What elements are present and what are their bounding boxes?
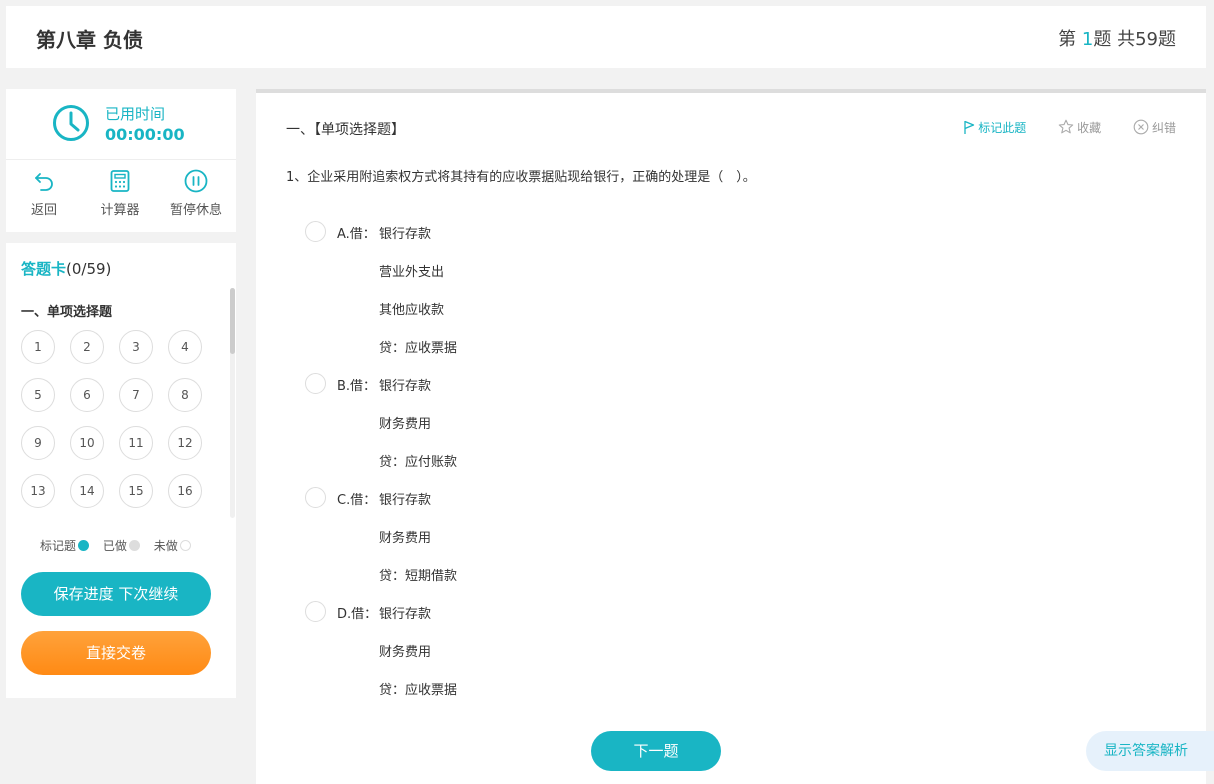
question-number-button[interactable]: 12: [168, 426, 202, 460]
question-number-button[interactable]: 3: [119, 330, 153, 364]
option-d-prefix: D.借：: [337, 603, 377, 622]
chapter-title: 第八章 负债: [36, 24, 143, 53]
legend-undone: 未做: [154, 537, 191, 554]
question-number-button[interactable]: 8: [168, 378, 202, 412]
option-b-line: 财务费用: [379, 413, 431, 432]
back-label: 返回: [14, 199, 74, 218]
question-number-button[interactable]: 4: [168, 330, 202, 364]
option-a-line: 营业外支出: [379, 261, 444, 280]
current-question-number: 1: [1082, 29, 1093, 50]
timer-panel: 已用时间 00:00:00 返回 计算器 暂停休息: [6, 89, 236, 232]
option-a-line: 贷：应收票据: [379, 337, 457, 356]
legend-done-label: 已做: [103, 539, 127, 553]
next-question-button[interactable]: 下一题: [591, 731, 721, 771]
question-number-button[interactable]: 9: [21, 426, 55, 460]
clock-icon: [52, 104, 90, 142]
option-b-prefix: B.借：: [337, 375, 376, 394]
answer-card-title: 答题卡(0/59): [21, 258, 111, 279]
question-number-button[interactable]: 13: [21, 474, 55, 508]
submit-exam-button[interactable]: 直接交卷: [21, 631, 211, 675]
marked-dot-icon: [78, 540, 89, 551]
question-number-button[interactable]: 11: [119, 426, 153, 460]
counter-prefix: 第: [1058, 29, 1082, 50]
question-number-button[interactable]: 5: [21, 378, 55, 412]
favorite-button[interactable]: 收藏: [1058, 119, 1101, 136]
option-a-line: 银行存款: [379, 223, 431, 242]
pause-button[interactable]: 暂停休息: [166, 169, 226, 218]
option-a-radio[interactable]: [305, 221, 326, 242]
flag-icon: [963, 120, 975, 135]
question-number-button[interactable]: 7: [119, 378, 153, 412]
legend-marked: 标记题: [40, 537, 89, 554]
pause-icon: [184, 169, 208, 193]
calculator-icon: [108, 169, 132, 193]
calculator-label: 计算器: [90, 199, 150, 218]
option-c-line: 贷：短期借款: [379, 565, 457, 584]
back-button[interactable]: 返回: [14, 169, 74, 218]
option-a-prefix: A.借：: [337, 223, 376, 242]
scrollbar-thumb[interactable]: [230, 288, 235, 354]
report-error-label: 纠错: [1152, 121, 1176, 135]
question-number-button[interactable]: 1: [21, 330, 55, 364]
legend-marked-label: 标记题: [40, 539, 76, 553]
option-d-line: 银行存款: [379, 603, 431, 622]
done-dot-icon: [129, 540, 140, 551]
question-stem: 1、企业采用附追索权方式将其持有的应收票据贴现给银行，正确的处理是（ ）。: [286, 166, 756, 185]
star-icon: [1058, 119, 1074, 135]
question-number-button[interactable]: 2: [70, 330, 104, 364]
option-c-radio[interactable]: [305, 487, 326, 508]
answer-card-progress: (0/59): [66, 260, 111, 278]
option-c-prefix: C.借：: [337, 489, 376, 508]
answer-card-label: 答题卡: [21, 260, 66, 278]
save-progress-button[interactable]: 保存进度 下次继续: [21, 572, 211, 616]
question-number-button[interactable]: 6: [70, 378, 104, 412]
legend-undone-label: 未做: [154, 539, 178, 553]
option-d-line: 财务费用: [379, 641, 431, 660]
option-a-line: 其他应收款: [379, 299, 444, 318]
favorite-label: 收藏: [1077, 121, 1101, 135]
option-b-line: 贷：应付账款: [379, 451, 457, 470]
question-counter: 第 1题 共59题: [1058, 25, 1176, 51]
section-title: 一、单项选择题: [21, 301, 112, 320]
timer-text: 已用时间 00:00:00: [105, 103, 185, 144]
question-panel: 一、【单项选择题】 标记此题 收藏 纠错 1、企业采用附追索权方式将其持有的应收…: [256, 89, 1206, 784]
option-b-line: 银行存款: [379, 375, 431, 394]
pause-label: 暂停休息: [166, 199, 226, 218]
option-c-line: 财务费用: [379, 527, 431, 546]
option-d-line: 贷：应收票据: [379, 679, 457, 698]
mark-question-label: 标记此题: [978, 121, 1026, 135]
divider: [6, 159, 236, 160]
close-circle-icon: [1133, 119, 1149, 135]
option-c-line: 银行存款: [379, 489, 431, 508]
calculator-button[interactable]: 计算器: [90, 169, 150, 218]
option-d-radio[interactable]: [305, 601, 326, 622]
question-number-button[interactable]: 10: [70, 426, 104, 460]
legend-done: 已做: [103, 537, 140, 554]
show-answer-button[interactable]: 显示答案解析: [1086, 731, 1214, 771]
question-number-button[interactable]: 16: [168, 474, 202, 508]
answer-card: 答题卡(0/59) 一、单项选择题 1 2 3 4 5 6 7 8 9 10 1…: [6, 243, 236, 698]
timer-value: 00:00:00: [105, 125, 185, 144]
status-legend: 标记题 已做 未做: [40, 537, 201, 554]
back-arrow-icon: [32, 169, 56, 193]
question-number-button[interactable]: 15: [119, 474, 153, 508]
answer-card-scrollbar[interactable]: [230, 288, 235, 518]
question-type: 一、【单项选择题】: [286, 119, 405, 139]
counter-suffix: 题 共59题: [1093, 29, 1176, 50]
report-error-button[interactable]: 纠错: [1133, 119, 1176, 136]
undone-dot-icon: [180, 540, 191, 551]
timer-label: 已用时间: [105, 103, 185, 124]
mark-question-button[interactable]: 标记此题: [963, 119, 1026, 136]
question-number-button[interactable]: 14: [70, 474, 104, 508]
question-actions: 标记此题 收藏 纠错: [935, 119, 1176, 136]
option-b-radio[interactable]: [305, 373, 326, 394]
header-bar: 第八章 负债 第 1题 共59题: [6, 6, 1206, 68]
